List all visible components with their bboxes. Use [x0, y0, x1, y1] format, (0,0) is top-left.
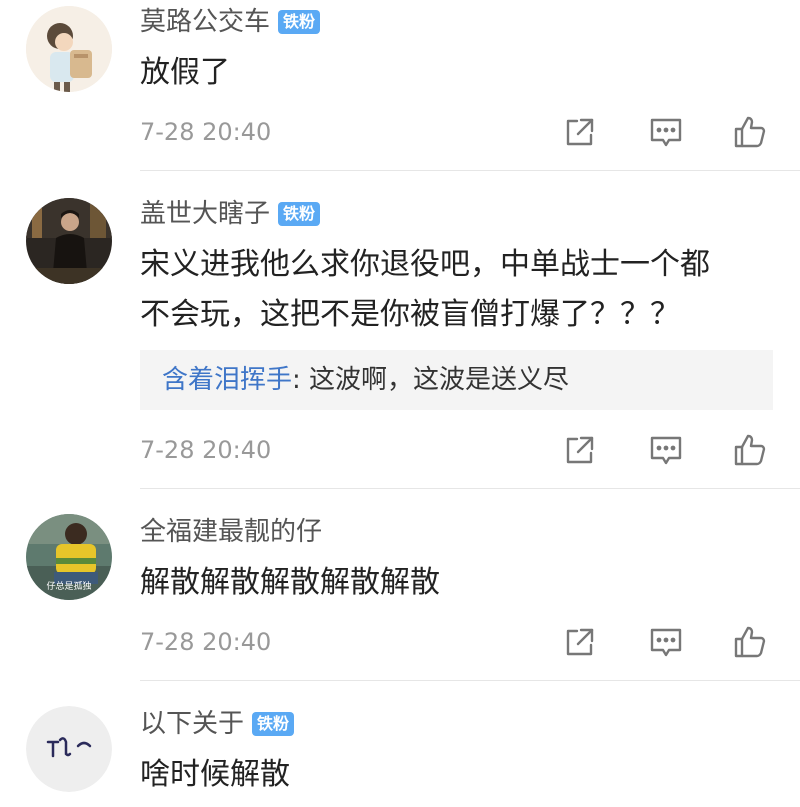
name-row: 盖世大瞎子 铁粉: [140, 196, 321, 232]
comment-icon[interactable]: [648, 432, 684, 468]
comment-icon[interactable]: [648, 114, 684, 150]
comment-item: 以下关于 铁粉 啥时候解散: [0, 682, 800, 807]
share-icon[interactable]: [562, 432, 598, 468]
action-bar: [560, 114, 774, 154]
divider: [140, 680, 800, 681]
reply-username[interactable]: 含着泪挥手: [162, 365, 292, 395]
share-icon[interactable]: [562, 624, 598, 660]
reply-separator: :: [292, 365, 310, 395]
username[interactable]: 以下关于: [140, 706, 244, 742]
username[interactable]: 全福建最靓的仔: [140, 514, 322, 550]
comment-text: 解散解散解散解散解散: [140, 565, 440, 600]
like-icon[interactable]: [732, 114, 768, 150]
avatar[interactable]: [26, 6, 112, 92]
like-icon[interactable]: [732, 432, 768, 468]
avatar[interactable]: [26, 706, 112, 792]
comment-text: 放假了: [140, 55, 230, 90]
like-icon[interactable]: [732, 624, 768, 660]
name-row: 以下关于 铁粉: [140, 706, 295, 742]
timestamp: 7-28 20:40: [140, 436, 272, 464]
avatar-caption: 仔总是孤独: [46, 582, 92, 592]
action-bar: [560, 624, 774, 664]
timestamp: 7-28 20:40: [140, 118, 272, 146]
avatar[interactable]: [26, 198, 112, 284]
divider: [140, 488, 800, 489]
comment-text-line: 宋义进我他么求你退役吧，中单战士一个都: [140, 247, 710, 282]
comment-text-line: 不会玩，这把不是你被盲僧打爆了？？？: [140, 297, 680, 332]
fan-badge: 铁粉: [278, 10, 321, 34]
divider: [140, 170, 800, 171]
name-row: 莫路公交车 铁粉: [140, 4, 321, 40]
comment-text: 啥时候解散: [140, 757, 290, 792]
reply-text: 这波啊，这波是送义尽: [309, 365, 570, 395]
comment-item: 盖世大瞎子 铁粉 宋义进我他么求你退役吧，中单战士一个都 不会玩，这把不是你被盲…: [0, 172, 800, 490]
name-row: 全福建最靓的仔: [140, 514, 322, 550]
comment-text: 宋义进我他么求你退役吧，中单战士一个都 不会玩，这把不是你被盲僧打爆了？？？: [140, 240, 780, 340]
action-bar: [560, 432, 774, 472]
reply-preview[interactable]: 含着泪挥手: 这波啊，这波是送义尽: [140, 350, 773, 410]
comment-icon[interactable]: [648, 624, 684, 660]
username[interactable]: 莫路公交车: [140, 4, 270, 40]
timestamp: 7-28 20:40: [140, 628, 272, 656]
comment-feed: 莫路公交车 铁粉 放假了 7-28 20:40 盖世大瞎子 铁粉 宋义进我他么求…: [0, 0, 800, 807]
comment-item: 莫路公交车 铁粉 放假了 7-28 20:40: [0, 0, 800, 172]
comment-item: 仔总是孤独 全福建最靓的仔 解散解散解散解散解散 7-28 20:40: [0, 490, 800, 682]
avatar[interactable]: 仔总是孤独: [26, 514, 112, 600]
username[interactable]: 盖世大瞎子: [140, 196, 270, 232]
share-icon[interactable]: [562, 114, 598, 150]
fan-badge: 铁粉: [278, 202, 321, 226]
fan-badge: 铁粉: [252, 712, 295, 736]
